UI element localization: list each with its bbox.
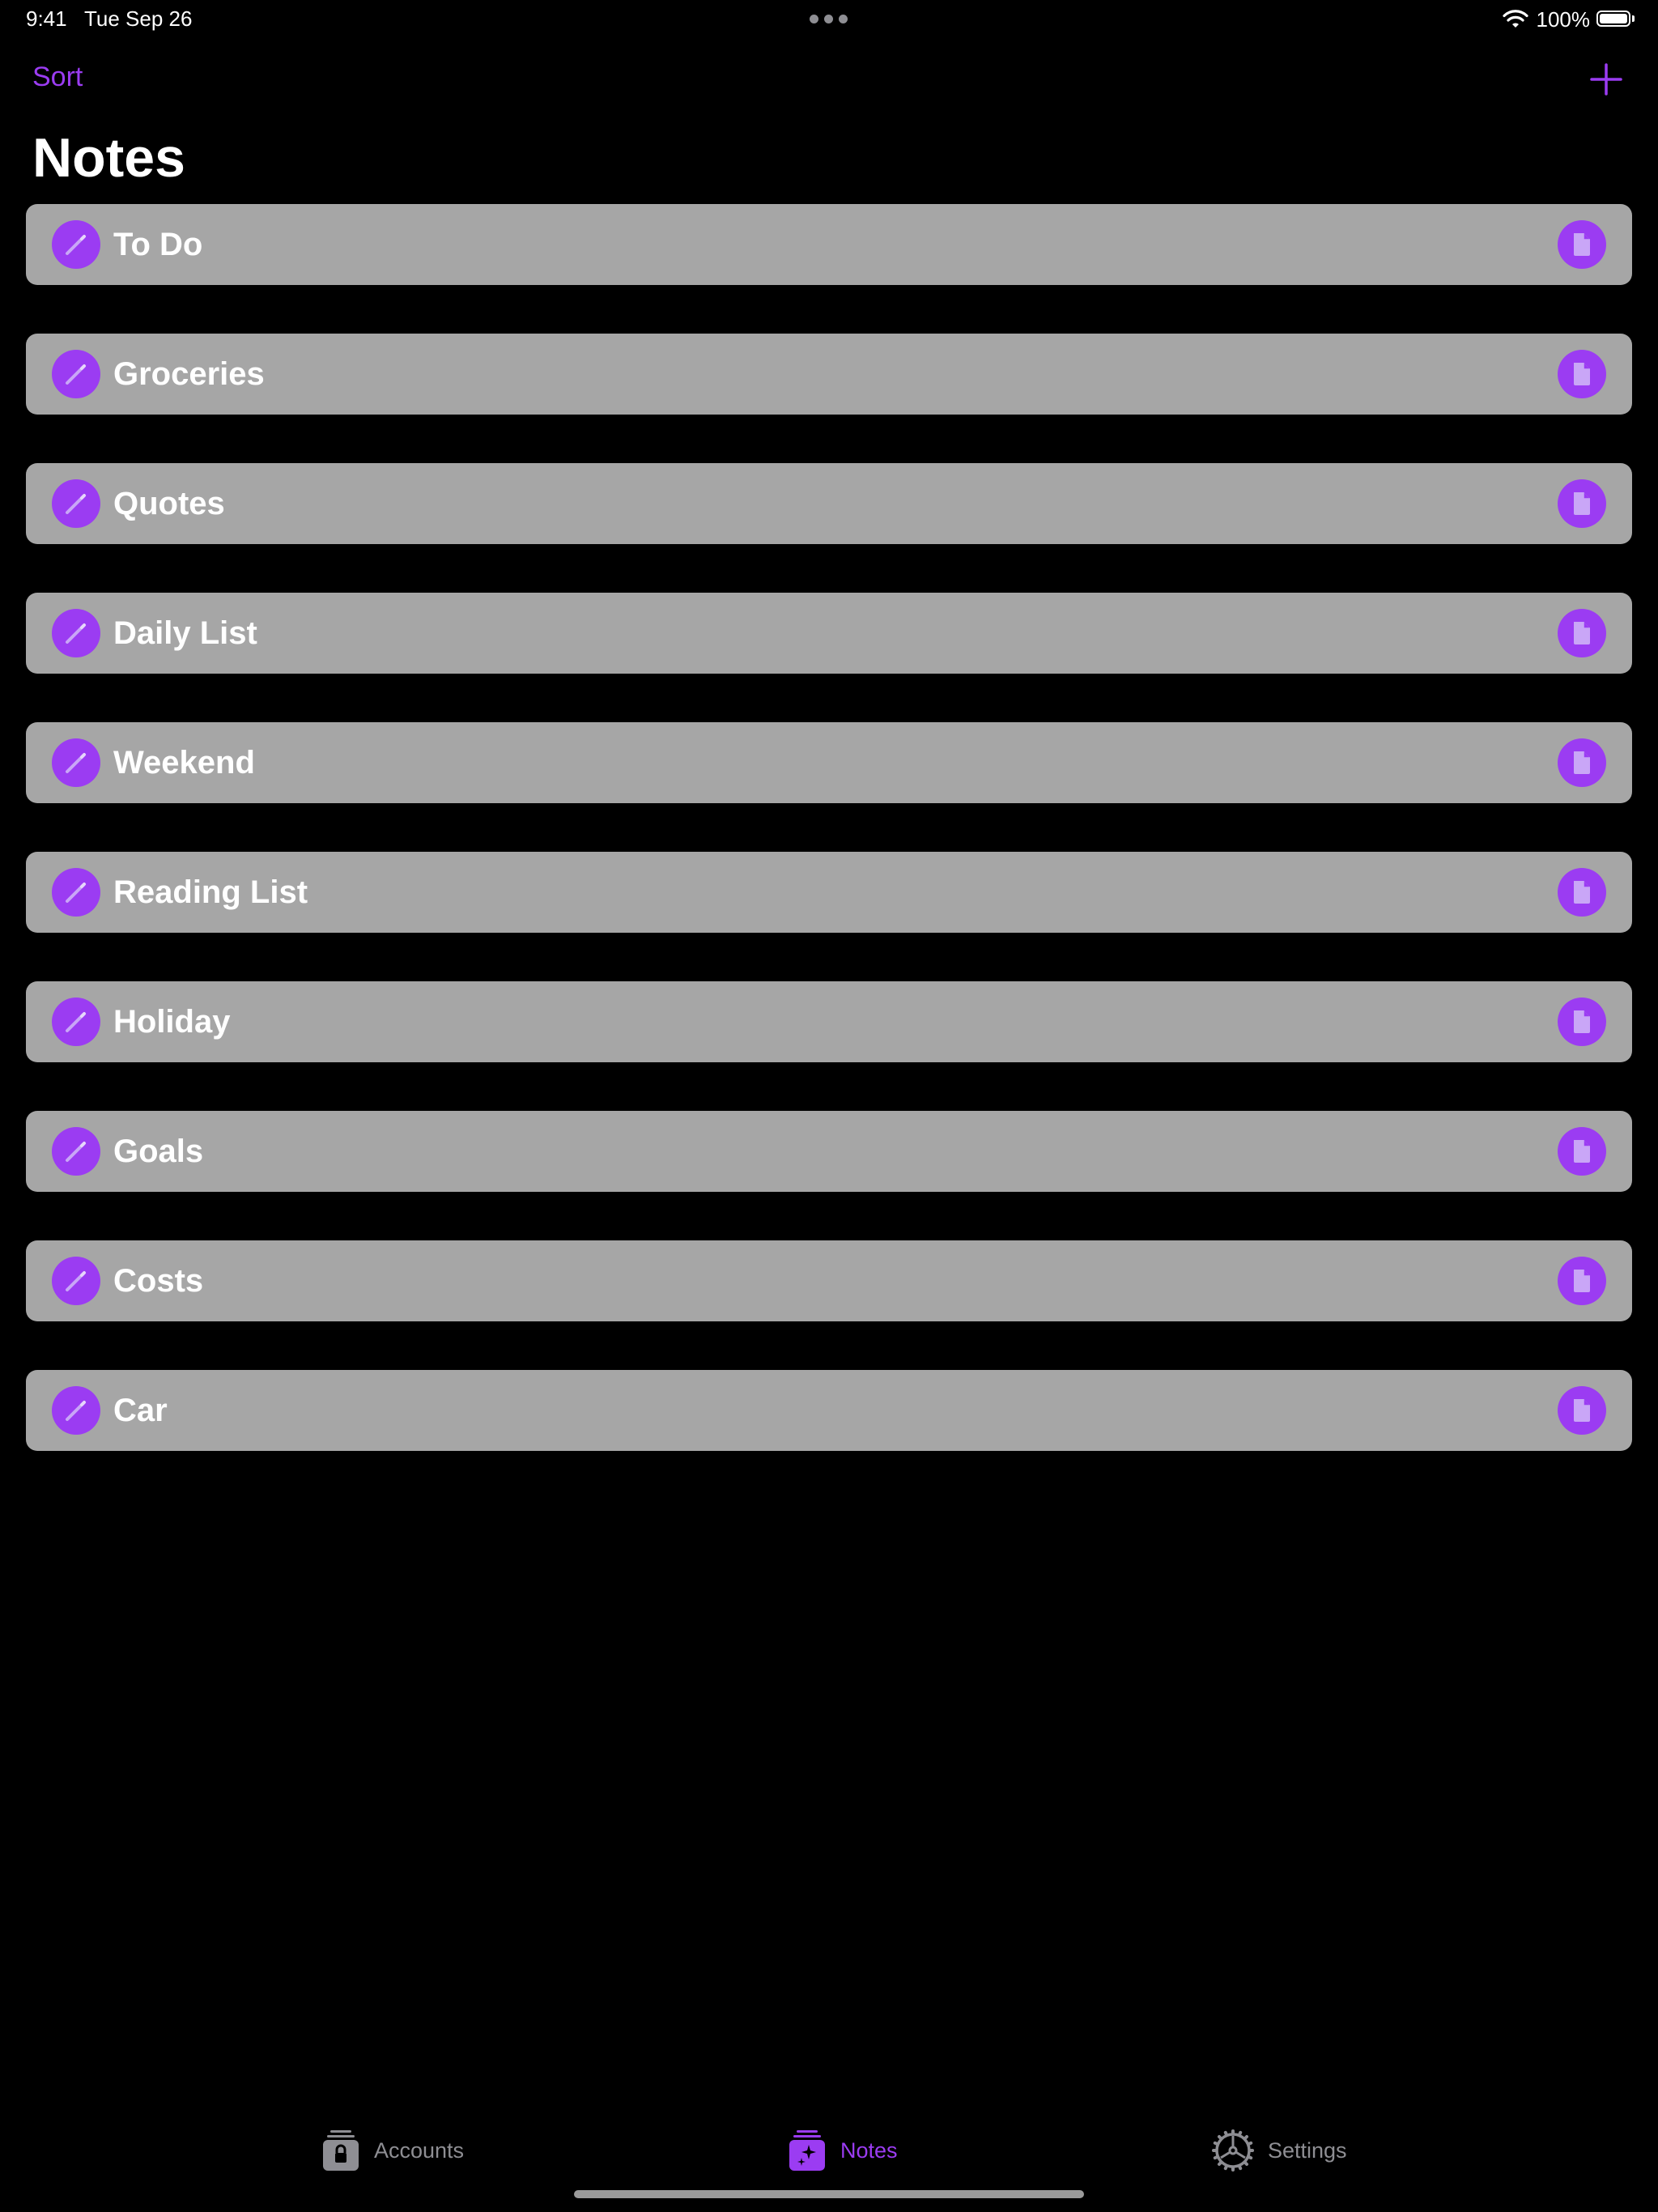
- document-icon: [1574, 492, 1590, 515]
- open-document-button[interactable]: [1558, 479, 1606, 528]
- pencil-icon: [66, 494, 86, 514]
- pencil-icon: [66, 364, 86, 385]
- note-row[interactable]: Groceries: [26, 334, 1632, 415]
- document-icon: [1574, 1010, 1590, 1033]
- document-icon: [1574, 363, 1590, 385]
- edit-note-button[interactable]: [52, 350, 100, 398]
- battery-percentage: 100%: [1536, 6, 1591, 32]
- note-title: Holiday: [113, 1004, 231, 1040]
- note-title: Groceries: [113, 356, 265, 392]
- status-indicators: 100%: [1502, 5, 1636, 34]
- open-document-button[interactable]: [1558, 738, 1606, 787]
- document-icon: [1574, 1270, 1590, 1292]
- tab-accounts[interactable]: Accounts: [321, 2128, 464, 2173]
- document-icon: [1574, 622, 1590, 644]
- note-title: Daily List: [113, 615, 257, 651]
- edit-note-button[interactable]: [52, 1386, 100, 1435]
- document-icon: [1574, 751, 1590, 774]
- home-indicator[interactable]: [574, 2190, 1084, 2198]
- document-icon: [1574, 1399, 1590, 1422]
- tab-settings[interactable]: Settings: [1211, 2128, 1347, 2173]
- wifi-icon: [1502, 10, 1528, 28]
- lock-stack-icon: [323, 2130, 359, 2171]
- document-icon: [1574, 1140, 1590, 1163]
- edit-note-button[interactable]: [52, 609, 100, 657]
- note-title: Reading List: [113, 874, 308, 910]
- note-row[interactable]: To Do: [26, 204, 1632, 285]
- edit-note-button[interactable]: [52, 738, 100, 787]
- multitasking-dots-icon[interactable]: [810, 15, 848, 24]
- pencil-icon: [66, 883, 86, 903]
- status-bar: 9:41 Tue Sep 26 100%: [0, 0, 1658, 39]
- edit-note-button[interactable]: [52, 1127, 100, 1176]
- edit-note-button[interactable]: [52, 479, 100, 528]
- tab-notes[interactable]: Notes: [787, 2128, 898, 2173]
- edit-note-button[interactable]: [52, 1257, 100, 1305]
- note-title: To Do: [113, 227, 203, 262]
- battery-icon: [1596, 11, 1635, 28]
- note-row[interactable]: Costs: [26, 1240, 1632, 1321]
- plus-icon: [1590, 63, 1622, 96]
- tab-label-accounts: Accounts: [374, 2138, 465, 2163]
- edit-note-button[interactable]: [52, 220, 100, 269]
- document-icon: [1574, 233, 1590, 256]
- pencil-icon: [66, 623, 86, 644]
- tab-label-notes: Notes: [840, 2138, 898, 2163]
- open-document-button[interactable]: [1558, 350, 1606, 398]
- note-row[interactable]: Daily List: [26, 593, 1632, 674]
- sort-button[interactable]: Sort: [32, 62, 83, 93]
- page-title: Notes: [32, 127, 185, 189]
- pencil-icon: [66, 753, 86, 773]
- note-title: Costs: [113, 1263, 204, 1299]
- gear-icon: [1212, 2129, 1254, 2172]
- open-document-button[interactable]: [1558, 1257, 1606, 1305]
- open-document-button[interactable]: [1558, 1127, 1606, 1176]
- open-document-button[interactable]: [1558, 868, 1606, 917]
- pencil-icon: [66, 1271, 86, 1291]
- pencil-icon: [66, 1142, 86, 1162]
- open-document-button[interactable]: [1558, 998, 1606, 1046]
- open-document-button[interactable]: [1558, 609, 1606, 657]
- open-document-button[interactable]: [1558, 220, 1606, 269]
- status-date: Tue Sep 26: [84, 6, 193, 31]
- edit-note-button[interactable]: [52, 998, 100, 1046]
- note-title: Goals: [113, 1134, 204, 1169]
- note-row[interactable]: Reading List: [26, 852, 1632, 933]
- document-icon: [1574, 881, 1590, 904]
- tab-label-settings: Settings: [1268, 2138, 1347, 2163]
- pencil-icon: [66, 1012, 86, 1032]
- note-row[interactable]: Goals: [26, 1111, 1632, 1192]
- note-title: Car: [113, 1393, 168, 1428]
- pencil-icon: [66, 235, 86, 255]
- note-row[interactable]: Quotes: [26, 463, 1632, 544]
- pencil-icon: [66, 1401, 86, 1421]
- edit-note-button[interactable]: [52, 868, 100, 917]
- note-title: Quotes: [113, 486, 225, 521]
- open-document-button[interactable]: [1558, 1386, 1606, 1435]
- status-time: 9:41: [26, 6, 67, 31]
- note-row[interactable]: Holiday: [26, 981, 1632, 1062]
- note-row[interactable]: Car: [26, 1370, 1632, 1451]
- add-note-button[interactable]: [1588, 62, 1624, 97]
- note-title: Weekend: [113, 745, 255, 781]
- tab-bar: Accounts Notes Settings: [0, 2105, 1658, 2186]
- note-row[interactable]: Weekend: [26, 722, 1632, 803]
- sparkle-stack-icon: [789, 2130, 825, 2171]
- notes-list: To Do Groceries Quotes Daily List Weeken…: [26, 204, 1632, 1499]
